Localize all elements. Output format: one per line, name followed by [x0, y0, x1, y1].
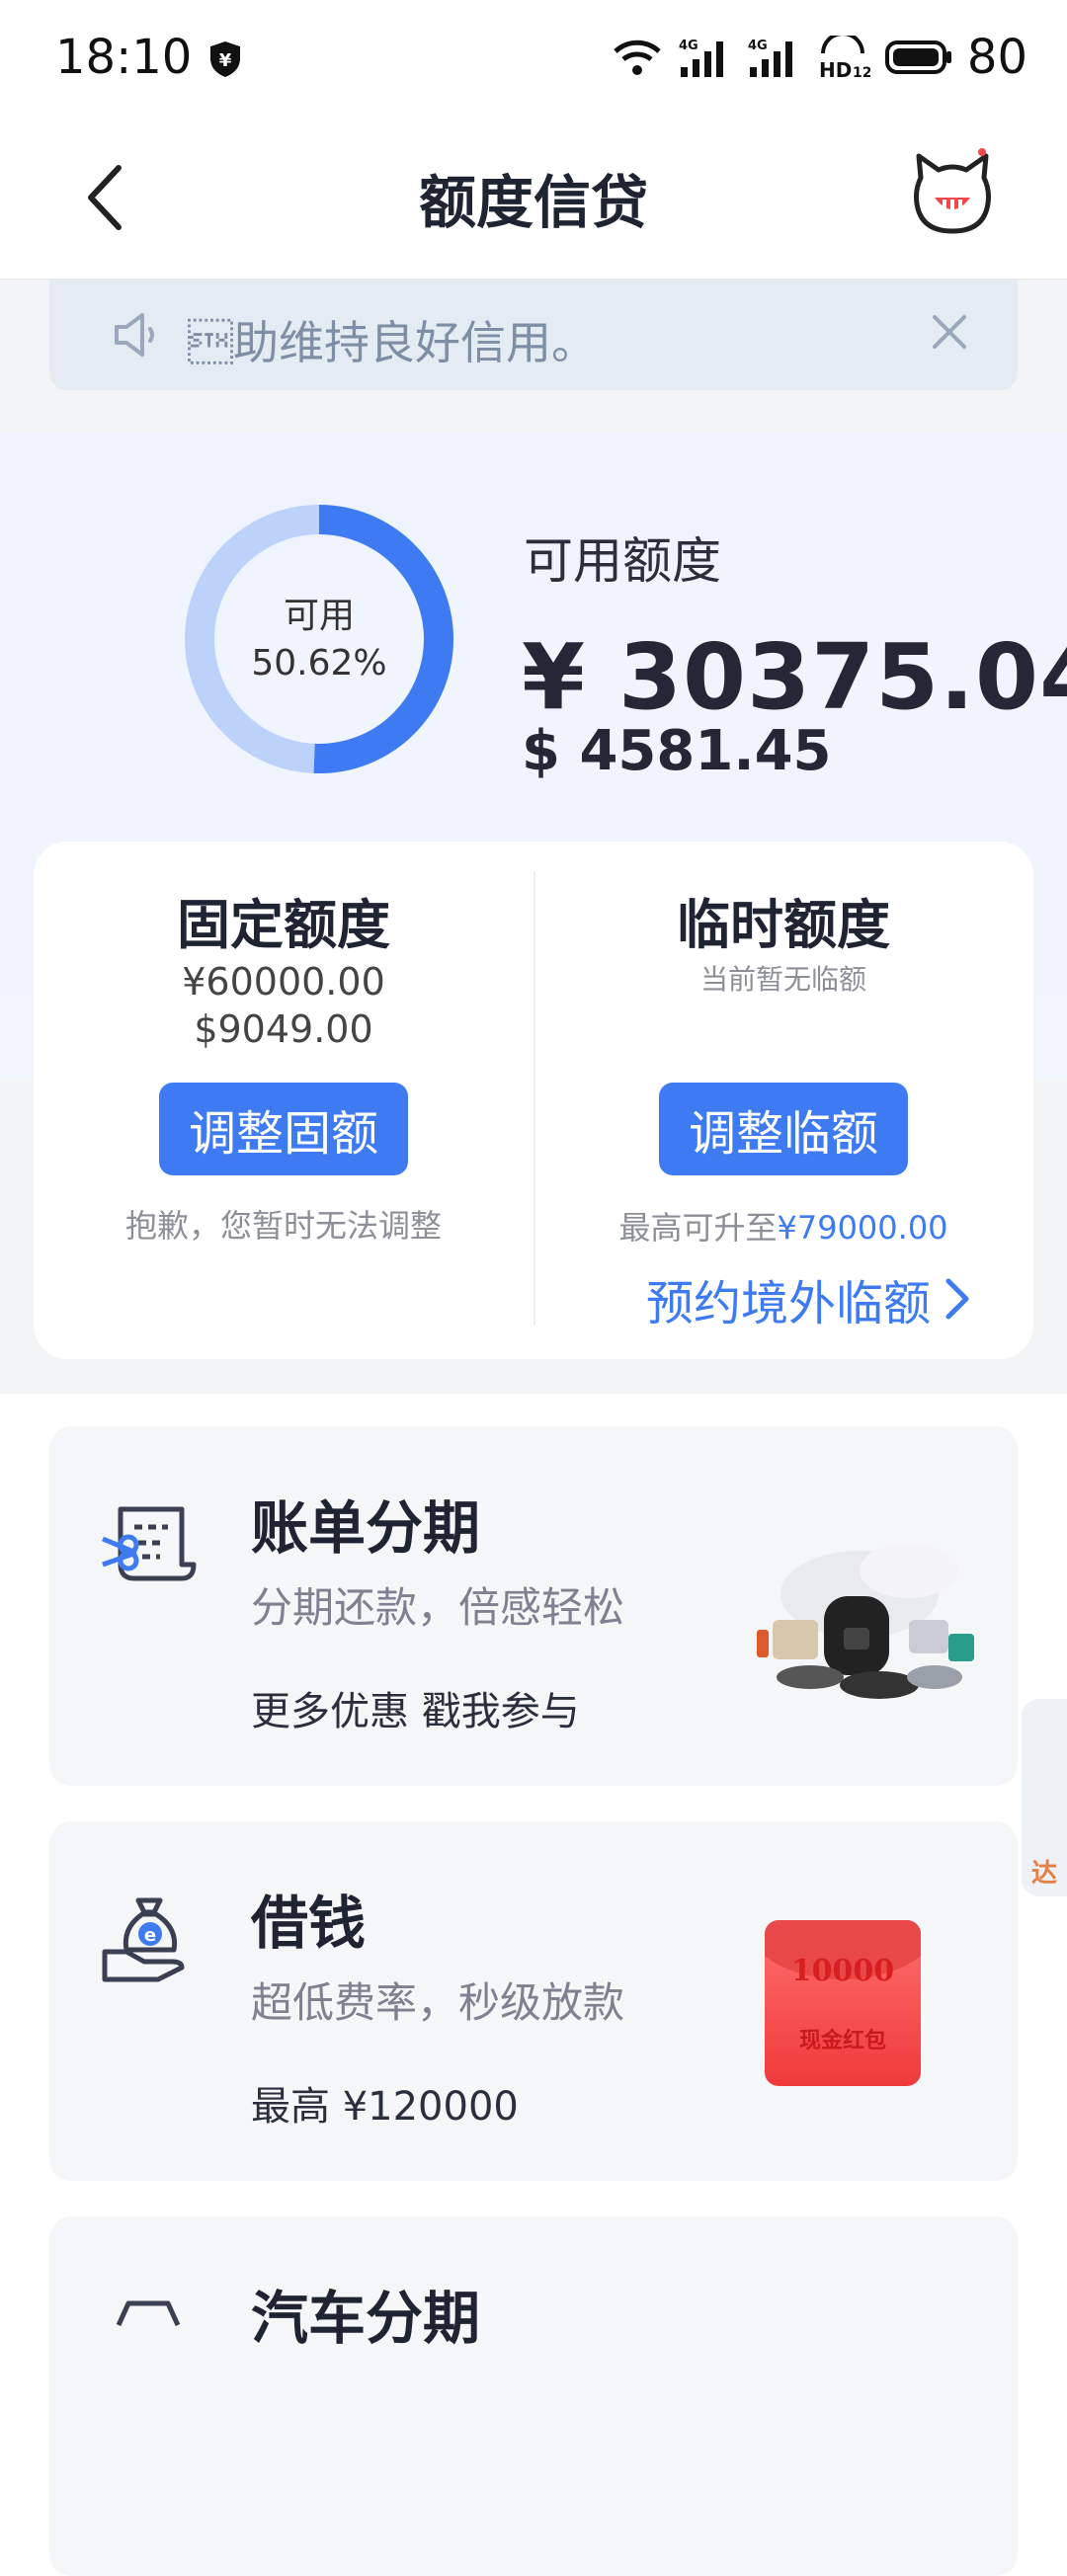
- navigation-bar: 额度信贷: [0, 119, 1067, 280]
- wifi-icon: [614, 40, 661, 75]
- service-card-bill-installment[interactable]: 账单分期 分期还款，倍感轻松 更多优惠 戳我参与: [49, 1426, 1018, 1786]
- adjust-temp-button[interactable]: 调整临额: [659, 1083, 908, 1175]
- ring-percent: 50.62%: [251, 643, 387, 684]
- signal-4g-icon-2: 4G: [748, 39, 792, 77]
- svg-text:HD: HD: [819, 58, 852, 79]
- temp-limit-max-amount: ¥79000.00: [777, 1209, 948, 1247]
- cash-red-envelope: 10000 现金红包: [765, 1920, 921, 2086]
- svg-text:4G: 4G: [748, 39, 768, 53]
- car-icon: [116, 2300, 181, 2327]
- available-limit-title: 可用额度: [524, 532, 721, 590]
- service-card-borrow[interactable]: e 借钱 超低费率，秒级放款 最高 ¥120000 10000 现金红包: [49, 1821, 1018, 2181]
- ring-label: 可用 50.62%: [184, 593, 454, 687]
- reserve-overseas-temp-link[interactable]: 预约境外临额: [646, 1264, 972, 1333]
- fixed-limit-note: 抱歉，您暂时无法调整: [124, 1207, 442, 1245]
- service-cta: 最高 ¥120000: [251, 2084, 519, 2130]
- envelope-label: 现金红包: [798, 2029, 886, 2053]
- available-limit-usd: $ 4581.45: [522, 719, 832, 783]
- service-card-car-installment[interactable]: 汽车分期: [49, 2216, 1018, 2576]
- reserve-overseas-temp-label: 预约境外临额: [646, 1276, 932, 1331]
- speaker-icon: [115, 313, 154, 357]
- close-icon[interactable]: [927, 309, 972, 355]
- svg-text:12: 12: [853, 65, 870, 79]
- installment-scissors-icon: [102, 1506, 197, 1581]
- service-cta: 更多优惠 戳我参与: [251, 1689, 580, 1734]
- available-limit-cny: ¥ 30375.04: [522, 624, 1067, 730]
- cat-mascot-icon[interactable]: [913, 148, 992, 237]
- temp-limit-status: 当前暂无临额: [699, 963, 866, 996]
- status-time: 18:10: [55, 30, 193, 85]
- service-title: 账单分期: [251, 1494, 481, 1562]
- home-goods-illustration: [757, 1543, 974, 1699]
- fixed-limit-title: 固定额度: [177, 894, 390, 956]
- status-icons: 4G 4G HD 12 80: [612, 28, 1027, 87]
- svg-text:4G: 4G: [679, 39, 698, 53]
- ring-label-text: 可用: [283, 596, 355, 636]
- money-bag-hand-icon: e: [102, 1897, 185, 1982]
- battery-level: 80: [966, 30, 1027, 85]
- envelope-amount: 10000: [790, 1954, 895, 1988]
- notice-bar[interactable]: 助维持良好信用。: [49, 280, 1018, 390]
- temp-limit-note: 最高可升至¥79000.00: [534, 1203, 1033, 1248]
- limits-card: 固定额度 ¥60000.00 $9049.00 调整固额 抱歉，您暂时无法调整 …: [34, 842, 1033, 1359]
- notice-text: 助维持良好信用。: [188, 316, 597, 369]
- shield-yuan-icon: ¥: [210, 41, 240, 77]
- carousel-peek-text: 达: [1031, 1859, 1058, 1889]
- status-bar: 18:10 ¥ 4G 4G HD 12 80: [0, 0, 1067, 119]
- service-subtitle: 超低费率，秒级放款: [251, 1978, 625, 2027]
- page-title: 额度信贷: [418, 169, 648, 236]
- adjust-fixed-button[interactable]: 调整固额: [159, 1083, 408, 1175]
- fixed-limit-cny: ¥60000.00: [182, 960, 385, 1004]
- svg-text:¥: ¥: [219, 50, 232, 71]
- temp-limit-title: 临时额度: [677, 894, 890, 956]
- chevron-right-icon: [945, 1278, 969, 1320]
- service-title: 汽车分期: [251, 2285, 481, 2352]
- service-title: 借钱: [251, 1890, 367, 1957]
- temp-limit-note-prefix: 最高可升至: [618, 1209, 778, 1247]
- battery-icon: [884, 40, 951, 74]
- service-subtitle: 分期还款，倍感轻松: [251, 1583, 625, 1632]
- hd-voice-icon: HD 12: [819, 36, 870, 79]
- signal-4g-icon: 4G: [679, 39, 723, 77]
- fixed-limit-usd: $9049.00: [194, 1007, 373, 1051]
- svg-text:e: e: [144, 1925, 156, 1946]
